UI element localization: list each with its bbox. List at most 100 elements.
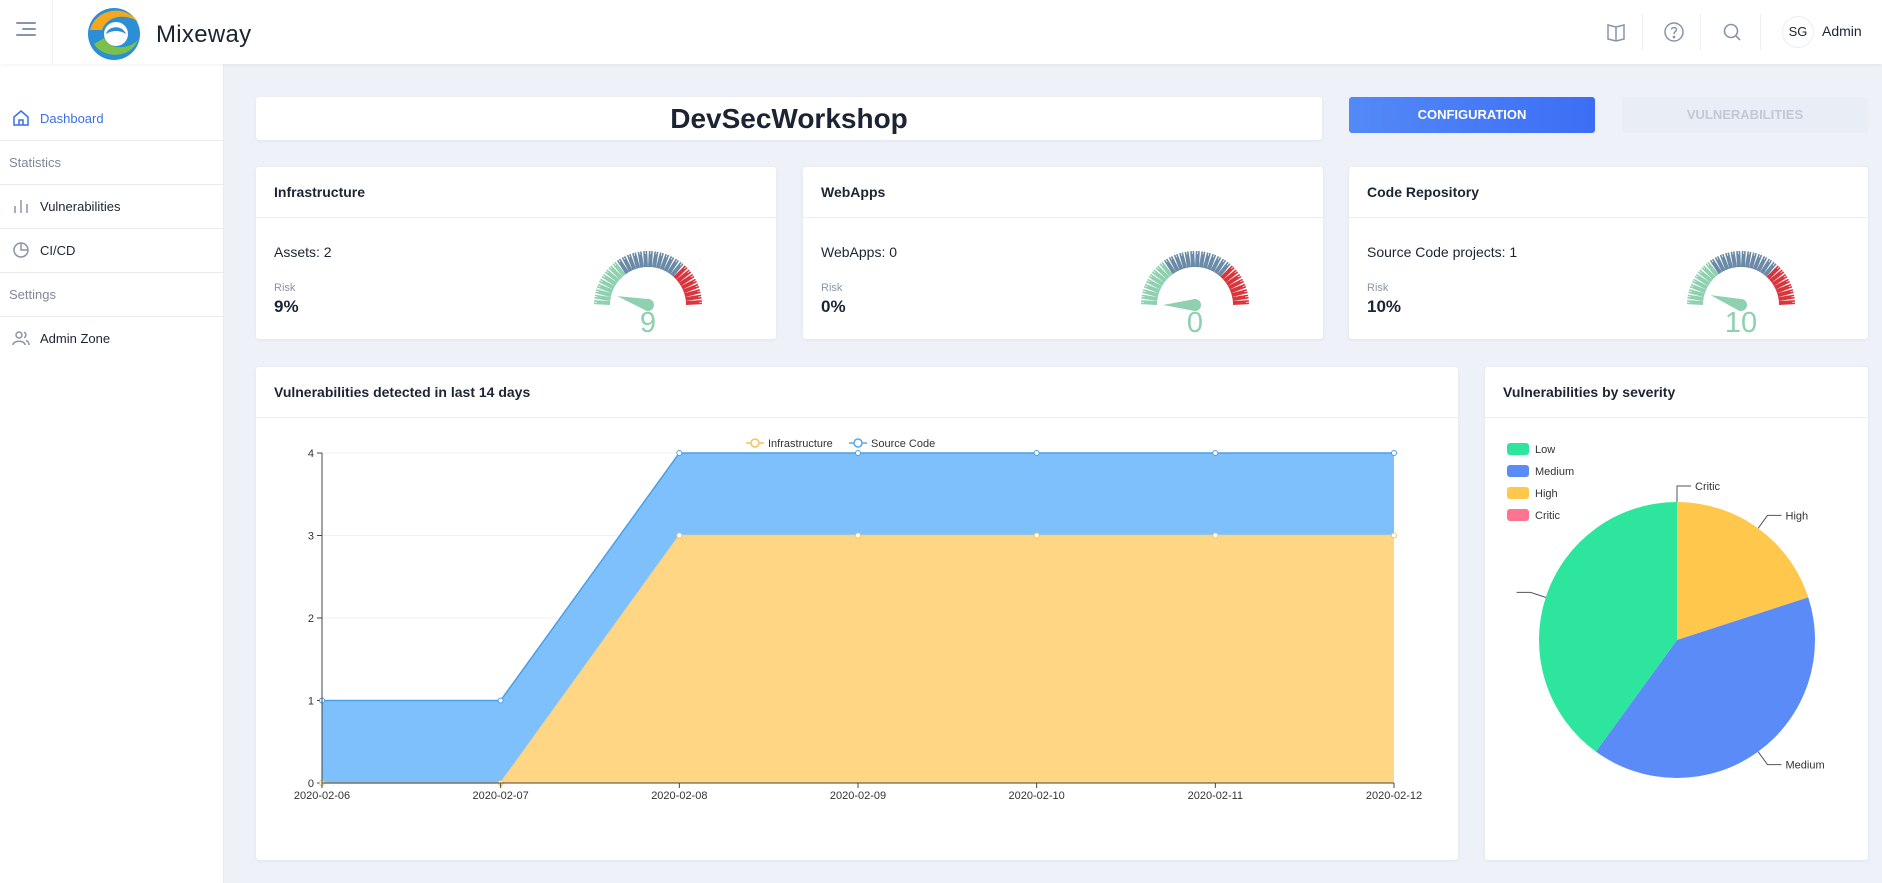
point-source-code: [497, 697, 504, 704]
card-title: Infrastructure: [256, 167, 776, 218]
legend-marker: [853, 438, 863, 448]
gauge-tick: [658, 251, 660, 256]
help-icon[interactable]: [1662, 20, 1686, 44]
pie-chart-icon: [13, 242, 29, 258]
code-repository-card: Code Repository Source Code projects: 1 …: [1349, 167, 1868, 339]
point-source-code: [1033, 450, 1040, 456]
sidebar-heading-settings: Settings: [9, 286, 56, 302]
vulnerabilities-button[interactable]: VULNERABILITIES: [1622, 97, 1868, 133]
gauge-value: 10: [1724, 307, 1758, 339]
risk-value: 10%: [1367, 297, 1402, 316]
gauge-tick: [1729, 251, 1731, 256]
configuration-button[interactable]: CONFIGURATION: [1349, 97, 1595, 133]
card-title: Vulnerabilities detected in last 14 days: [256, 367, 1458, 418]
sidebar: Dashboard Statistics Vulnerabilities CI/…: [0, 64, 224, 883]
legend-item: Low: [1507, 443, 1555, 456]
legend-item: Infrastructure: [746, 438, 833, 450]
y-tick-label: 2: [308, 613, 314, 625]
risk-value: 0%: [821, 297, 846, 316]
sidebar-item-label: Admin Zone: [40, 330, 111, 346]
pie-slice-label: High: [1786, 510, 1809, 522]
sidebar-item-dashboard[interactable]: Dashboard: [0, 96, 224, 140]
y-tick-label: 4: [308, 448, 314, 460]
risk-value: 9%: [274, 297, 299, 316]
gauge-tick: [1205, 251, 1207, 256]
page-title: DevSecWorkshop: [670, 103, 908, 134]
bar-chart-icon: [14, 200, 28, 213]
sidebar-item-label: CI/CD: [40, 242, 76, 258]
legend-label: Infrastructure: [768, 438, 833, 450]
card-title: Vulnerabilities by severity: [1485, 367, 1868, 418]
point-infrastructure: [1033, 532, 1040, 539]
header-divider: [52, 0, 53, 64]
sidebar-item-vulnerabilities[interactable]: Vulnerabilities: [0, 184, 224, 228]
pie-leader-line: [1757, 751, 1782, 766]
header-separator: [1642, 14, 1643, 50]
username[interactable]: Admin: [1822, 23, 1862, 39]
gauge-tick: [1687, 293, 1692, 295]
avatar[interactable]: SG: [1782, 16, 1814, 48]
risk-label: Risk: [821, 282, 843, 294]
top-header: Mixeway SG Admin: [0, 0, 1882, 64]
header-separator: [1760, 14, 1761, 50]
legend-swatch: [1507, 443, 1529, 455]
legend-item: Medium: [1507, 465, 1574, 478]
y-tick-label: 3: [308, 531, 314, 543]
point-infrastructure: [676, 532, 683, 539]
header-separator: [1700, 14, 1701, 50]
risk-label: Risk: [1367, 282, 1389, 294]
gauge-tick: [1141, 293, 1146, 295]
chart-legend: Infrastructure Source Code: [746, 438, 935, 450]
pie-leader-line: [1676, 485, 1691, 502]
x-tick-label: 2020-02-10: [1009, 790, 1065, 802]
gauge-tick: [1751, 251, 1753, 256]
sidebar-item-cicd[interactable]: CI/CD: [0, 228, 224, 272]
gauge-tick: [636, 251, 638, 256]
menu-icon[interactable]: [16, 22, 36, 38]
sidebar-item-label: Vulnerabilities: [40, 198, 121, 214]
mixeway-logo[interactable]: [76, 0, 152, 64]
gauge-tick: [594, 293, 599, 295]
book-icon[interactable]: [1604, 20, 1628, 44]
x-tick-label: 2020-02-12: [1366, 790, 1422, 802]
infrastructure-card: Infrastructure Assets: 2 Risk 9% 9: [256, 167, 776, 339]
legend-swatch: [1507, 509, 1529, 521]
search-icon[interactable]: [1720, 20, 1744, 44]
legend-label: Source Code: [871, 438, 935, 450]
legend-marker: [750, 438, 760, 448]
pie-leader-line: [1757, 514, 1782, 529]
card-title: WebApps: [803, 167, 1323, 218]
point-source-code: [676, 450, 683, 456]
x-tick-label: 2020-02-08: [651, 790, 707, 802]
card-title: Code Repository: [1349, 167, 1868, 218]
pie-slice-label: Critic: [1695, 481, 1721, 493]
source-code-projects-count: Source Code projects: 1: [1367, 244, 1518, 260]
gauge-tick: [697, 293, 702, 295]
legend-label: Critic: [1535, 510, 1561, 522]
sidebar-heading-statistics: Statistics: [9, 154, 62, 170]
legend-swatch: [1507, 465, 1529, 477]
brand-name[interactable]: Mixeway: [156, 21, 251, 49]
legend-label: Low: [1535, 444, 1555, 456]
sidebar-item-admin-zone[interactable]: Admin Zone: [0, 316, 224, 360]
home-icon: [13, 110, 29, 126]
point-infrastructure: [1391, 532, 1397, 539]
point-source-code: [1391, 450, 1397, 456]
gauge-tick: [1244, 293, 1249, 295]
trend-area-chart: Infrastructure Source Code 0 1 2 3 4 2020-02-06…: [294, 438, 1422, 802]
gauge-tick: [1183, 251, 1185, 256]
point-source-code: [1212, 450, 1219, 456]
legend-label: High: [1535, 488, 1558, 500]
y-tick-label: 1: [308, 696, 314, 708]
severity-chart-card: Vulnerabilities by severity Low Medium Hig…: [1485, 367, 1868, 860]
x-tick-label: 2020-02-07: [473, 790, 529, 802]
pie-leader-line: [1516, 591, 1546, 598]
severity-pie-chart: Low Medium High Critic High Medium Critic: [1507, 443, 1825, 778]
risk-label: Risk: [274, 282, 296, 294]
trend-chart-card: Vulnerabilities detected in last 14 days…: [256, 367, 1458, 860]
point-source-code: [855, 450, 861, 456]
sidebar-item-label: Dashboard: [40, 110, 104, 126]
x-tick-label: 2020-02-06: [294, 790, 350, 802]
legend-swatch: [1507, 487, 1529, 499]
webapps-count: WebApps: 0: [821, 244, 898, 260]
